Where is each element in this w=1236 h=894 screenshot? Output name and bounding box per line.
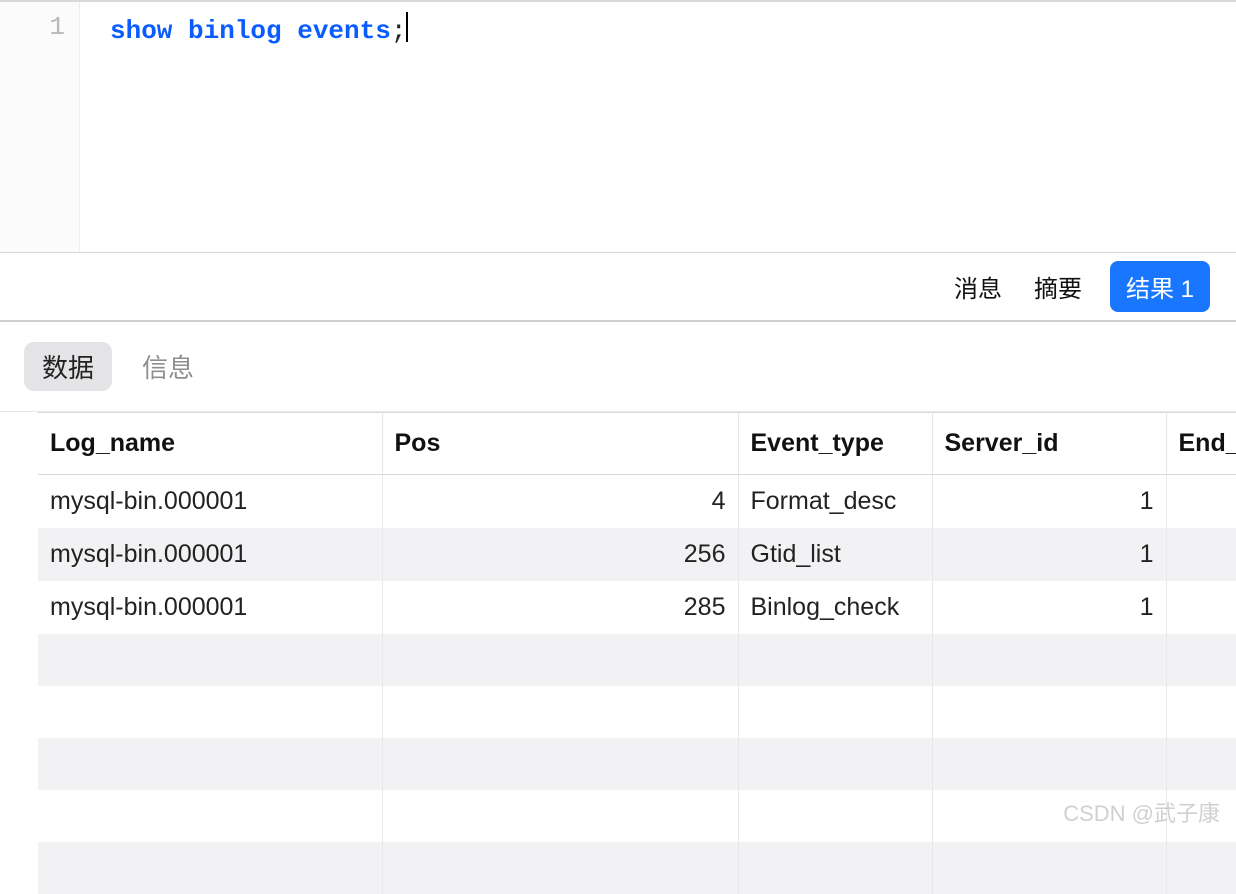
editor-code-area[interactable]: show binlog events; — [80, 2, 1236, 252]
table-row[interactable] — [38, 634, 1236, 686]
tab-result-1[interactable]: 结果 1 — [1110, 261, 1210, 312]
cell-event-type[interactable]: Gtid_list — [738, 528, 932, 581]
cell-log-name[interactable]: mysql-bin.000001 — [38, 528, 382, 581]
col-header-log-name[interactable]: Log_name — [38, 413, 382, 475]
cell-server-id[interactable]: 1 — [932, 528, 1166, 581]
tab-messages[interactable]: 消息 — [950, 263, 1006, 310]
col-header-end-log-pos[interactable]: End_ — [1166, 413, 1236, 475]
cell-log-name[interactable]: mysql-bin.000001 — [38, 581, 382, 634]
result-subtab-bar: 数据 信息 — [0, 322, 1236, 412]
cell-end-log-pos[interactable] — [1166, 475, 1236, 529]
col-header-server-id[interactable]: Server_id — [932, 413, 1166, 475]
cell-log-name[interactable]: mysql-bin.000001 — [38, 475, 382, 529]
col-header-event-type[interactable]: Event_type — [738, 413, 932, 475]
subtab-data[interactable]: 数据 — [24, 342, 112, 391]
table-header-row: Log_name Pos Event_type Server_id End_ — [38, 413, 1236, 475]
cell-end-log-pos[interactable] — [1166, 528, 1236, 581]
results-grid[interactable]: Log_name Pos Event_type Server_id End_ m… — [0, 412, 1236, 894]
sql-editor[interactable]: 1 show binlog events; — [0, 0, 1236, 252]
cell-pos[interactable]: 285 — [382, 581, 738, 634]
cell-event-type[interactable]: Format_desc — [738, 475, 932, 529]
table-row[interactable] — [38, 686, 1236, 738]
table-row[interactable] — [38, 790, 1236, 842]
cell-event-type[interactable]: Binlog_check — [738, 581, 932, 634]
cell-server-id[interactable]: 1 — [932, 581, 1166, 634]
editor-gutter: 1 — [0, 2, 80, 252]
table-row[interactable] — [38, 738, 1236, 790]
sql-keyword: show binlog events — [110, 16, 391, 46]
table-row[interactable]: mysql-bin.000001 4 Format_desc 1 — [38, 475, 1236, 529]
output-tab-bar: 消息 摘要 结果 1 — [0, 252, 1236, 322]
col-header-pos[interactable]: Pos — [382, 413, 738, 475]
cell-pos[interactable]: 4 — [382, 475, 738, 529]
table-row[interactable]: mysql-bin.000001 285 Binlog_check 1 — [38, 581, 1236, 634]
sql-terminator: ; — [391, 16, 407, 46]
table-row[interactable] — [38, 842, 1236, 894]
line-number: 1 — [0, 12, 65, 42]
subtab-info[interactable]: 信息 — [142, 348, 194, 385]
text-cursor-icon — [406, 12, 408, 42]
table-row[interactable]: mysql-bin.000001 256 Gtid_list 1 — [38, 528, 1236, 581]
cell-pos[interactable]: 256 — [382, 528, 738, 581]
cell-end-log-pos[interactable] — [1166, 581, 1236, 634]
cell-server-id[interactable]: 1 — [932, 475, 1166, 529]
tab-summary[interactable]: 摘要 — [1030, 263, 1086, 310]
